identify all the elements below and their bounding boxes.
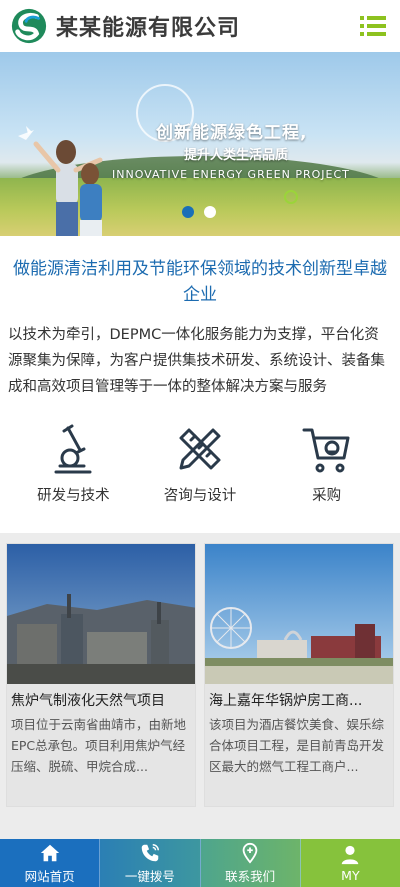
feature-procurement[interactable]: 采购: [272, 422, 382, 505]
company-name: 某某能源有限公司: [56, 16, 241, 41]
menu-icon[interactable]: [360, 13, 386, 39]
project-title: 焦炉气制液化天然气项目: [11, 693, 165, 709]
pencil-ruler-icon: [179, 428, 221, 470]
industrial-plant-image: [7, 544, 195, 684]
logo-mark-icon: [11, 8, 47, 44]
nav-label: MY: [341, 867, 360, 883]
header: 某某能源有限公司: [0, 0, 400, 52]
banner-slogan-line2: 提升人类生活品质: [184, 148, 289, 163]
project-image-1: [7, 544, 195, 684]
phone-icon: [141, 843, 159, 861]
project-card[interactable]: 海上嘉年华锅炉房工商... 该项目为酒店餐饮美食、娱乐综合体项目工程，是目前青岛…: [204, 543, 394, 807]
nav-call[interactable]: 一键拨号: [100, 839, 201, 887]
carousel-dot-2[interactable]: [204, 206, 216, 218]
project-card[interactable]: 焦炉气制液化天然气项目 项目位于云南省曲靖市，由新地EPC总承包。项目利用焦炉气…: [6, 543, 196, 807]
banner-slogan-line3: INNOVATIVE ENERGY GREEN PROJECT: [112, 168, 350, 181]
home-icon: [40, 844, 59, 861]
decor-green-ring: [284, 190, 298, 204]
shopping-cart-icon: [302, 428, 350, 473]
logo[interactable]: 某某能源有限公司: [10, 7, 240, 45]
microscope-icon: [54, 424, 92, 474]
projects-section: 焦炉气制液化天然气项目 项目位于云南省曲靖市，由新地EPC总承包。项目利用焦炉气…: [0, 533, 400, 823]
project-summary: 该项目为酒店餐饮美食、娱乐综合体项目工程，是目前青岛开发区最大的燃气工程工商户.…: [209, 717, 385, 774]
project-title: 海上嘉年华锅炉房工商...: [209, 693, 363, 709]
nav-label: 联系我们: [225, 868, 276, 884]
nav-label: 一键拨号: [124, 868, 175, 884]
project-summary: 项目位于云南省曲靖市，由新地EPC总承包。项目利用焦炉气经压缩、脱硫、甲烷合成.…: [11, 717, 187, 774]
nav-home[interactable]: 网站首页: [0, 839, 101, 887]
features-row: 研发与技术 咨询与设计 采购: [0, 410, 400, 533]
banner-slogan-line1: 创新能源绿色工程,: [156, 123, 308, 143]
about-description: 以技术为牵引，DEPMC一体化服务能力为支撑，平台化资源聚集为保障，为客户提供集…: [8, 327, 385, 395]
location-pin-icon: [242, 842, 258, 864]
about-section: 做能源清洁利用及节能环保领域的技术创新型卓越企业 以技术为牵引，DEPMC一体化…: [0, 236, 400, 410]
feature-label: 研发与技术: [37, 488, 110, 504]
feature-consulting[interactable]: 咨询与设计: [145, 422, 255, 505]
nav-label: 网站首页: [24, 868, 75, 884]
seaside-complex-image: [205, 544, 393, 684]
feature-label: 采购: [312, 488, 342, 504]
feature-rnd[interactable]: 研发与技术: [18, 422, 128, 505]
nav-my[interactable]: MY: [300, 839, 400, 887]
feature-label: 咨询与设计: [163, 488, 237, 504]
banner-people-illustration: [18, 126, 103, 236]
nav-contact[interactable]: 联系我们: [200, 839, 301, 887]
project-image-2: [205, 544, 393, 684]
bottom-nav: 网站首页 一键拨号 联系我们 MY: [0, 839, 400, 887]
carousel-dot-1[interactable]: [182, 206, 194, 218]
carousel-dots: [182, 206, 216, 218]
about-title: 做能源清洁利用及节能环保领域的技术创新型卓越企业: [13, 259, 387, 305]
user-icon: [342, 845, 359, 864]
